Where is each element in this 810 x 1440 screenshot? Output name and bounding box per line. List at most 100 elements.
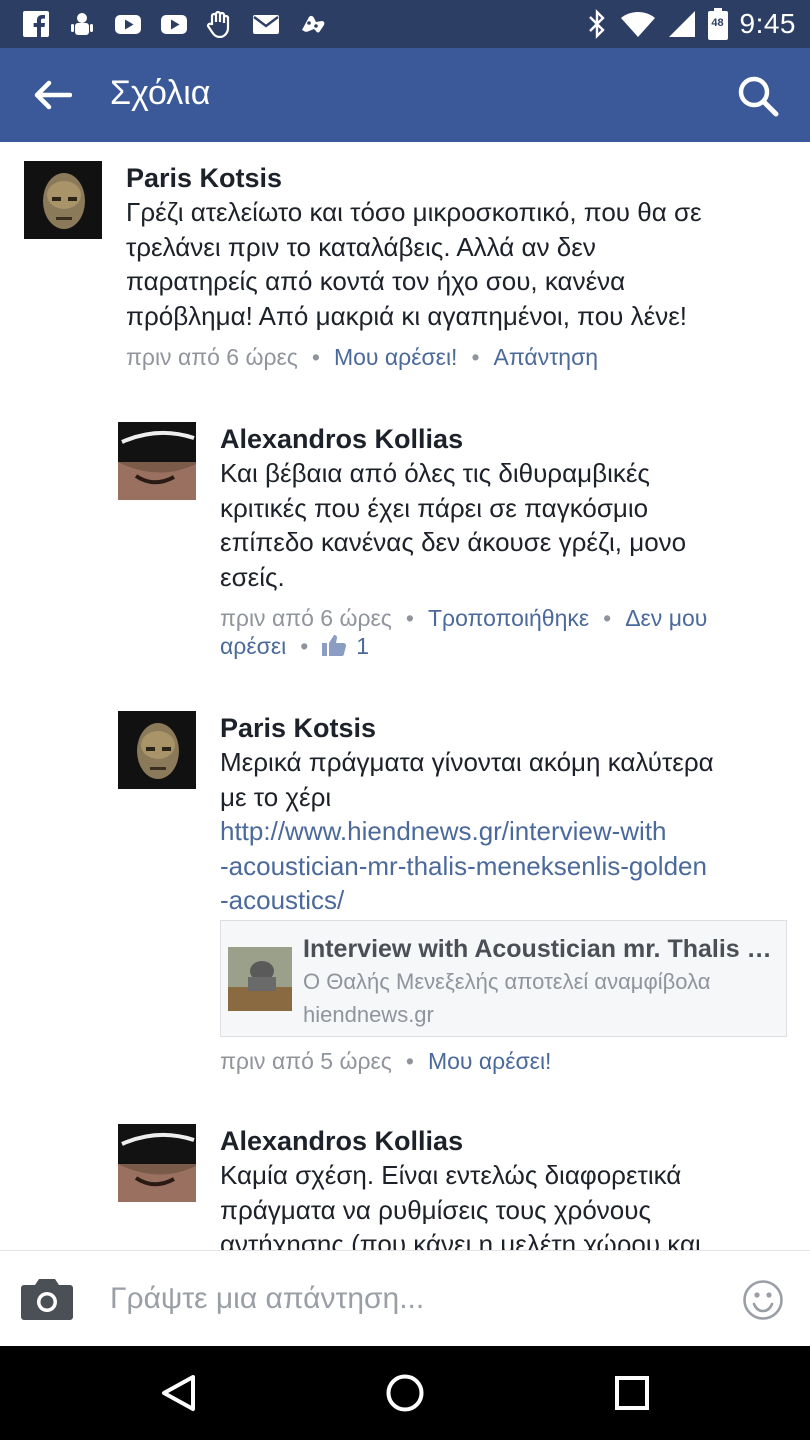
comment-body: Alexandros Kollias Και βέβαια από όλες τ…	[220, 422, 794, 660]
comment-timestamp: πριν από 6 ώρες	[220, 605, 392, 631]
android-debug-icon	[71, 13, 93, 35]
system-nav-bar	[0, 1346, 810, 1440]
facebook-icon	[23, 11, 49, 38]
comment-line: επίπεδο κανένας δεν άκουσε γρέζι, μονο	[220, 527, 687, 557]
battery-icon: 48	[707, 8, 728, 40]
search-icon	[738, 76, 779, 117]
square-recents-icon	[615, 1376, 649, 1410]
unlike-link[interactable]: Δεν μου	[625, 605, 707, 631]
page-title: Σχόλια	[110, 74, 211, 112]
comment: Alexandros Kollias Καμία σχέση. Είναι εν…	[118, 1124, 794, 1250]
bluetooth-icon	[588, 9, 605, 39]
back-button[interactable]	[26, 71, 78, 119]
comment-body: Alexandros Kollias Καμία σχέση. Είναι εν…	[220, 1124, 794, 1250]
comment-line: με το χέρι	[220, 781, 332, 812]
comment-author[interactable]: Alexandros Kollias	[220, 1124, 794, 1158]
emoji-button[interactable]	[742, 1279, 784, 1321]
link-preview-description: Ο Θαλής Μενεξελής αποτελεί αναμφίβολα	[303, 968, 711, 994]
link-preview-title: Interview with Acoustician mr. Thalis Me…	[303, 934, 781, 963]
comment-line: πράγματα να ρυθμίσεις τους χρόνους	[220, 1194, 652, 1225]
comment-line: Μερικά πράγματα γίνονται ακόμη καλύτερα	[220, 747, 714, 777]
avatar[interactable]	[118, 422, 196, 500]
reply-composer	[0, 1250, 810, 1346]
camera-button[interactable]	[20, 1277, 74, 1321]
comment: Paris Kotsis Μερικά πράγματα γίνονται ακ…	[118, 711, 794, 1081]
clock: 9:45	[739, 8, 796, 39]
like-link[interactable]: Μου αρέσει!	[334, 344, 458, 370]
separator: •	[603, 605, 612, 631]
nav-back-button[interactable]	[154, 1369, 202, 1417]
wifi-icon	[620, 12, 655, 37]
smiley-icon	[743, 1280, 783, 1320]
notification-icons	[22, 8, 326, 40]
comment-text: Και βέβαια από όλες τις διθυραμβικές κρι…	[220, 456, 794, 594]
thumbs-up-icon	[322, 635, 347, 656]
comment-line: κριτικές που έχει πάρει σε παγκόσμιο	[220, 492, 649, 523]
comment-line: πρόβλημα! Από μακριά κι αγαπημένοι, που …	[126, 300, 688, 331]
comment-line: αντήχησης (που κάνει η μελέτη χώρου και	[220, 1229, 701, 1250]
comment-line: εσείς.	[220, 561, 285, 592]
comment-author[interactable]: Paris Kotsis	[126, 161, 794, 195]
search-button[interactable]	[732, 70, 784, 122]
comment-body: Paris Kotsis Μερικά πράγματα γίνονται ακ…	[220, 711, 794, 1075]
mail-icon	[253, 15, 279, 34]
comment: Alexandros Kollias Και βέβαια από όλες τ…	[118, 422, 794, 672]
comment-timestamp: πριν από 6 ώρες	[126, 344, 298, 370]
link-preview-card[interactable]: Interview with Acoustician mr. Thalis Me…	[220, 919, 787, 1037]
comment-timestamp: πριν από 5 ώρες	[220, 1047, 392, 1074]
separator: •	[405, 1047, 414, 1074]
comment-line: παρατηρείς από κοντά τον ήχο σου, κανένα	[126, 266, 626, 296]
game-controller-icon	[302, 15, 325, 33]
youtube-icon	[115, 15, 141, 34]
comment-author[interactable]: Alexandros Kollias	[220, 422, 794, 456]
comment-text: Μερικά πράγματα γίνονται ακόμη καλύτερα …	[220, 745, 794, 814]
comment-body: Paris Kotsis Γρέζι ατελείωτο και τόσο μι…	[126, 161, 794, 371]
unlike-link-cont[interactable]: αρέσει	[220, 633, 286, 659]
link-line[interactable]: http://www.hiendnews.gr/interview-with	[220, 814, 794, 849]
like-count-value: 1	[356, 633, 370, 659]
separator: •	[471, 344, 480, 370]
comment-line: Καμία σχέση. Είναι εντελώς διαφορετικά	[220, 1160, 682, 1190]
app-bar: Σχόλια	[0, 48, 810, 142]
reply-link[interactable]: Απάντηση	[494, 344, 599, 370]
hand-icon	[206, 10, 230, 38]
battery-level: 48	[711, 17, 724, 29]
separator: •	[300, 633, 309, 659]
comment-meta-cont: αρέσει • 1	[220, 632, 794, 660]
comment-list[interactable]: Paris Kotsis Γρέζι ατελείωτο και τόσο μι…	[0, 142, 810, 1250]
comment-meta: πριν από 5 ώρες • Μου αρέσει!	[220, 1047, 794, 1075]
triangle-back-icon	[162, 1375, 195, 1411]
edited-link[interactable]: Τροποποιήθηκε	[428, 605, 589, 631]
comment-meta: πριν από 6 ώρες • Μου αρέσει! • Απάντηση	[126, 343, 794, 371]
comment: Paris Kotsis Γρέζι ατελείωτο και τόσο μι…	[24, 161, 794, 381]
circle-home-icon	[386, 1374, 424, 1412]
youtube-icon	[161, 15, 187, 34]
comment-text: Καμία σχέση. Είναι εντελώς διαφορετικά π…	[220, 1158, 794, 1250]
comment-link[interactable]: http://www.hiendnews.gr/interview-with -…	[220, 814, 794, 918]
avatar[interactable]	[118, 1124, 196, 1202]
comment-author[interactable]: Paris Kotsis	[220, 711, 794, 745]
status-bar: 48 9:45	[0, 0, 810, 48]
comment-line: Γρέζι ατελείωτο και τόσο μικροσκοπικό, π…	[126, 197, 702, 227]
system-indicators: 48 9:45	[586, 8, 797, 40]
like-link[interactable]: Μου αρέσει!	[428, 1048, 552, 1074]
signal-icon	[668, 11, 695, 37]
comment-meta: πριν από 6 ώρες • Τροποποιήθηκε • Δεν μου	[220, 604, 794, 632]
link-line[interactable]: -acoustics/	[220, 883, 794, 918]
reply-input[interactable]	[110, 1275, 710, 1323]
avatar[interactable]	[24, 161, 102, 239]
nav-recents-button[interactable]	[608, 1369, 656, 1417]
arrow-left-icon	[34, 80, 72, 110]
camera-icon	[21, 1279, 73, 1320]
comment-line: τρελάνει πριν το καταλάβεις. Αλλά αν δεν	[126, 231, 596, 262]
avatar[interactable]	[118, 711, 196, 789]
link-preview-thumbnail	[228, 946, 292, 1011]
separator: •	[405, 605, 414, 631]
separator: •	[311, 344, 320, 370]
nav-home-button[interactable]	[381, 1369, 429, 1417]
link-line[interactable]: -acoustician-mr-thalis-meneksenlis-golde…	[220, 849, 794, 884]
like-count[interactable]: 1	[322, 633, 369, 659]
link-preview-domain: hiendnews.gr	[303, 1001, 434, 1027]
comment-line: Και βέβαια από όλες τις διθυραμβικές	[220, 458, 650, 488]
comment-text: Γρέζι ατελείωτο και τόσο μικροσκοπικό, π…	[126, 195, 794, 333]
